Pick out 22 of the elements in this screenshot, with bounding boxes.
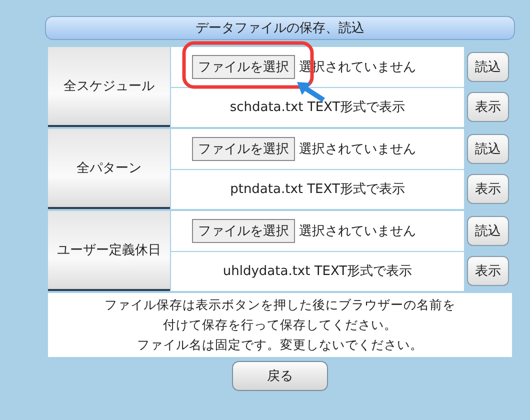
file-status-text: 選択されていません xyxy=(299,140,416,158)
view-format-text: ptndata.txt TEXT形式で表示 xyxy=(230,181,405,198)
section-label: 全スケジュール xyxy=(48,47,170,127)
view-format-text: schdata.txt TEXT形式で表示 xyxy=(230,99,406,116)
load-button[interactable]: 読込 xyxy=(467,216,509,246)
file-status-text: 選択されていません xyxy=(299,58,416,76)
file-status-text: 選択されていません xyxy=(299,222,416,240)
choose-file-button[interactable]: ファイルを選択 xyxy=(192,218,295,243)
view-button[interactable]: 表示 xyxy=(467,174,509,204)
section-title-bar: データファイルの保存、読込 xyxy=(45,16,515,40)
view-button[interactable]: 表示 xyxy=(467,256,509,286)
back-button[interactable]: 戻る xyxy=(232,361,328,391)
view-button[interactable]: 表示 xyxy=(467,92,509,122)
note-text: ファイル保存は表示ボタンを押した後にブラウザーの名前を 付けて保存を行って保存してください。 ファイル名は固定です。変更しないでください。 xyxy=(48,293,512,357)
load-button[interactable]: 読込 xyxy=(467,134,509,164)
section-label: 全パターン xyxy=(48,129,170,209)
section-label: ユーザー定義休日 xyxy=(48,211,170,291)
choose-file-button[interactable]: ファイルを選択 xyxy=(192,136,295,161)
arrow-icon xyxy=(296,80,326,103)
choose-file-button[interactable]: ファイルを選択 xyxy=(192,54,295,79)
load-button[interactable]: 読込 xyxy=(467,52,509,82)
view-format-text: uhldydata.txt TEXT形式で表示 xyxy=(222,263,412,280)
